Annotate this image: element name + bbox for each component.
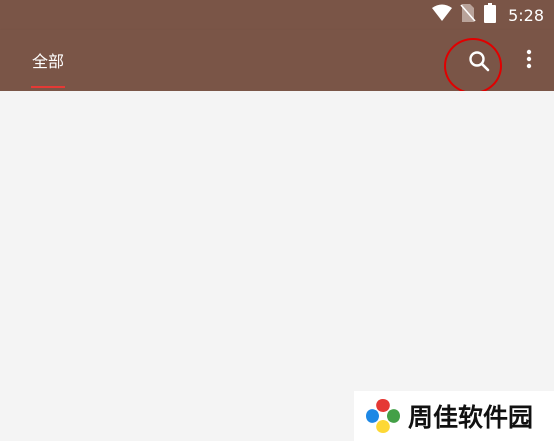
search-icon <box>468 50 490 76</box>
battery-icon <box>484 3 497 27</box>
watermark-text: 周佳软件园 <box>408 403 534 432</box>
status-bar: 5:28 <box>0 0 554 30</box>
tab-selected-indicator <box>31 86 65 88</box>
no-sim-icon <box>460 3 476 27</box>
watermark: 周佳软件园 <box>354 391 554 441</box>
status-icons: 5:28 <box>432 3 544 27</box>
tab-all[interactable]: 全部 <box>22 30 74 91</box>
content-area <box>0 91 554 441</box>
tab-label: 全部 <box>31 51 64 71</box>
status-time: 5:28 <box>508 5 544 25</box>
app-bar: 全部 <box>0 30 554 94</box>
more-vert-icon <box>526 49 532 73</box>
wifi-icon <box>432 4 453 26</box>
watermark-logo-icon <box>362 395 404 437</box>
search-button[interactable] <box>456 43 502 83</box>
app-screen: 5:28 全部 周佳软件园 <box>0 0 554 441</box>
more-options-button[interactable] <box>516 44 542 78</box>
